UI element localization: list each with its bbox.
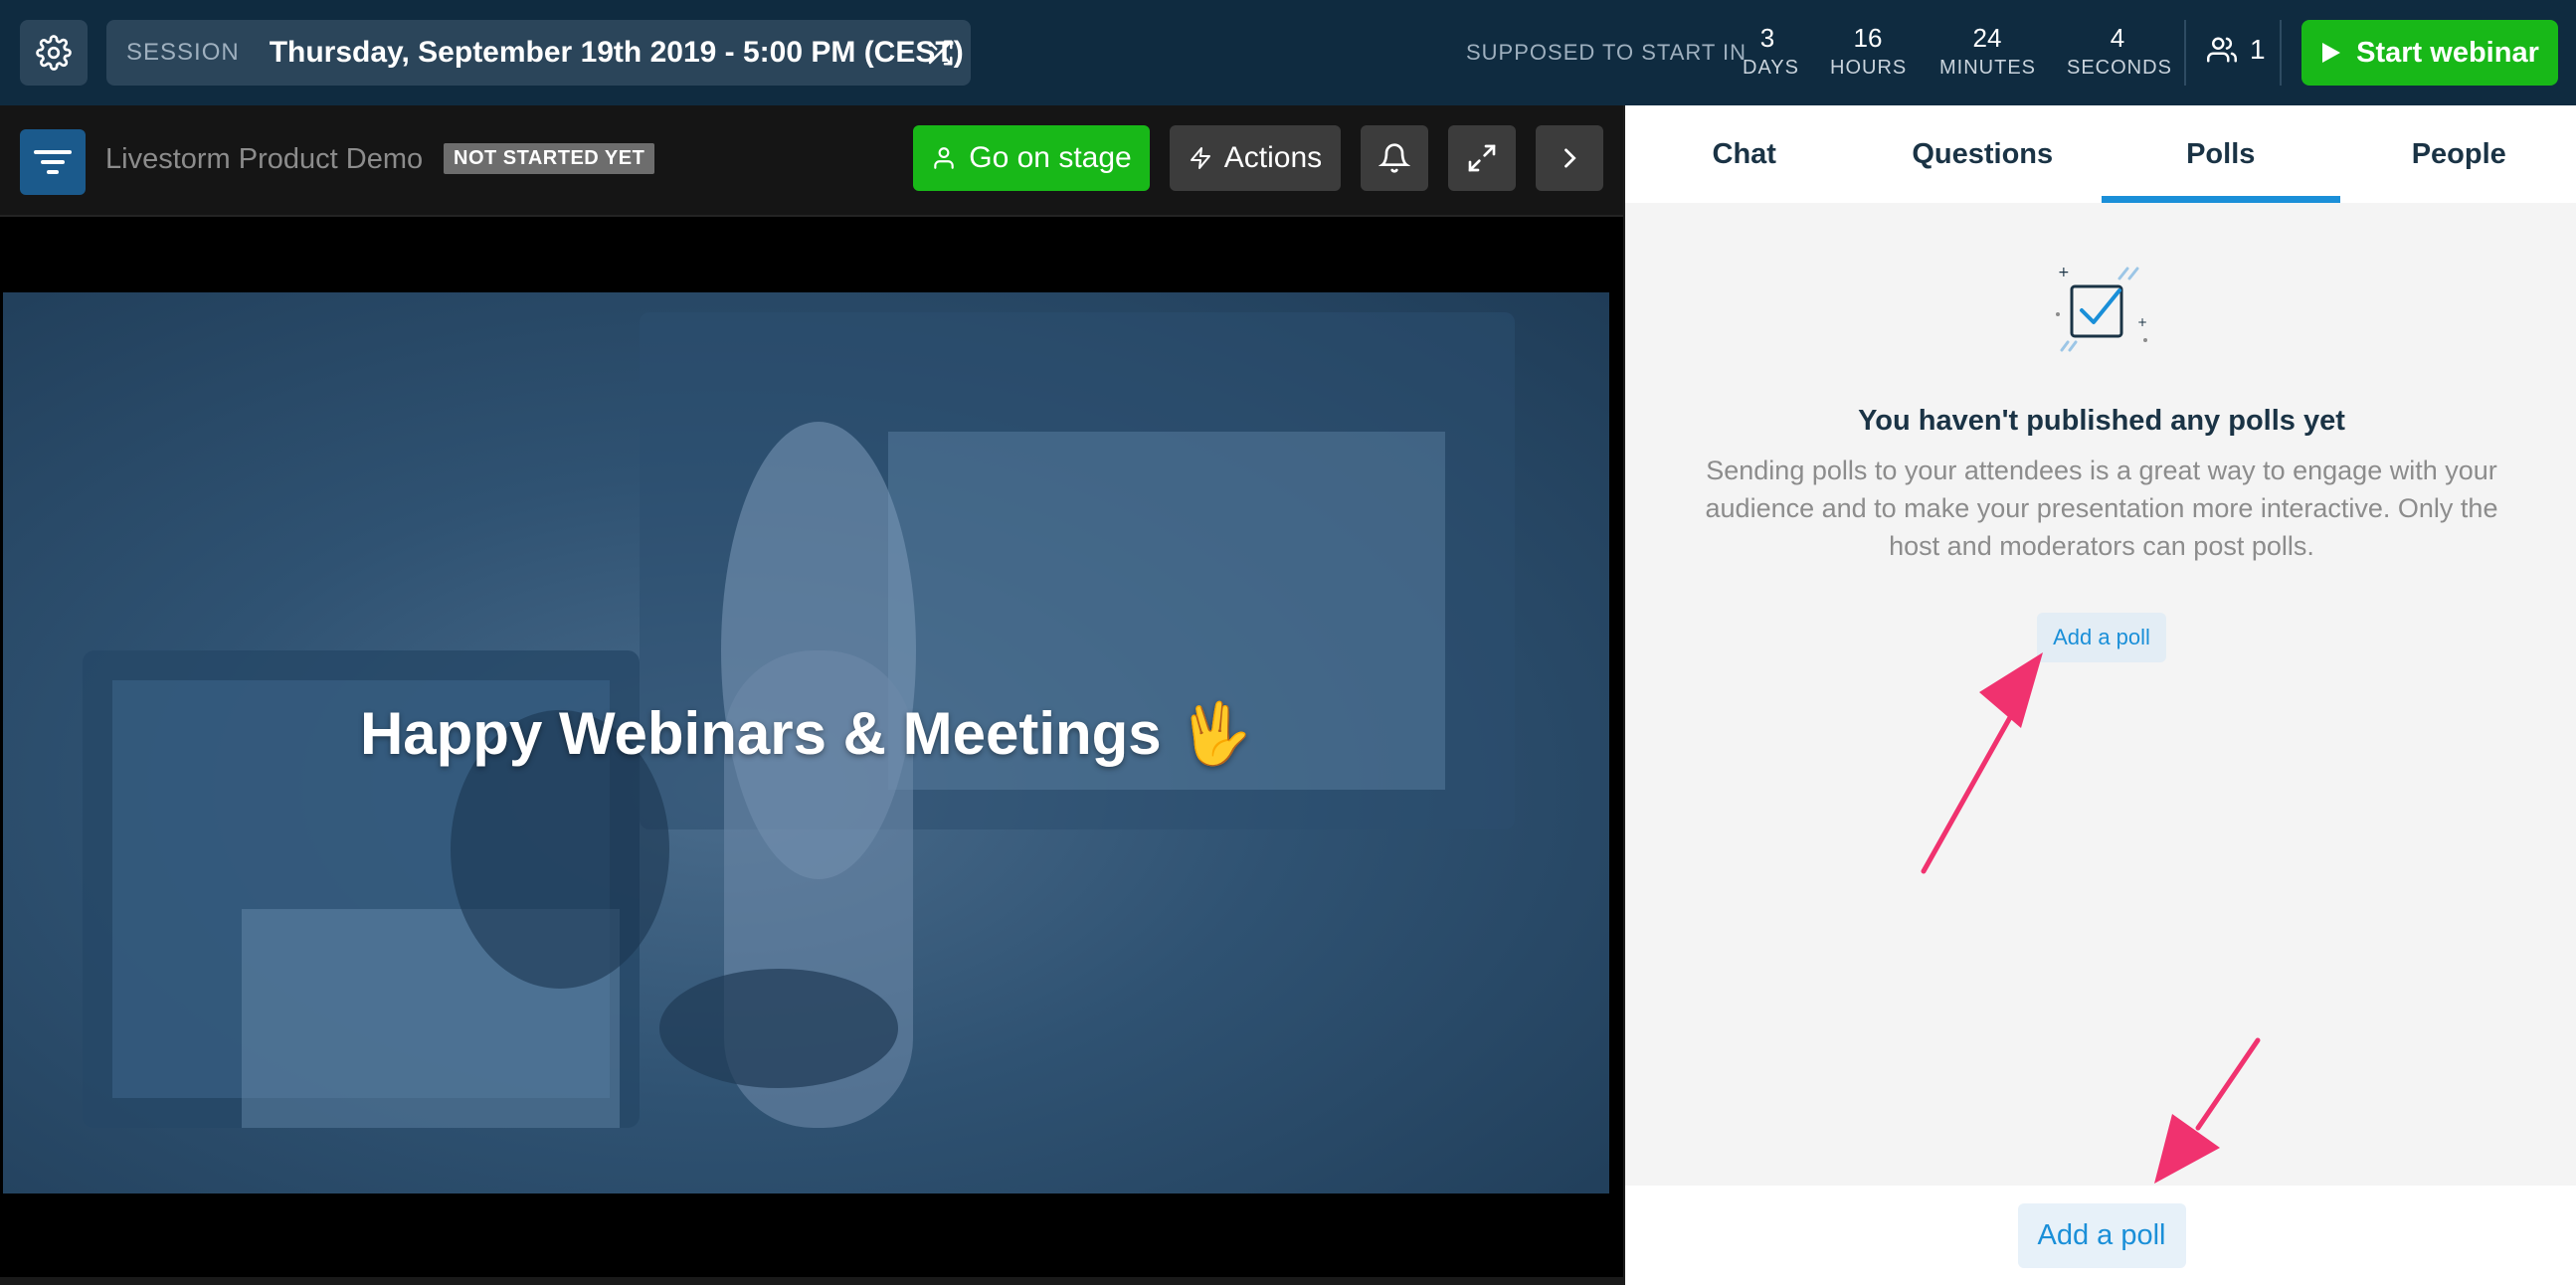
session-selector[interactable]: SESSION Thursday, September 19th 2019 - … [106,20,971,86]
vulcan-salute-emoji: 🖖 [1178,700,1253,767]
video-area: Happy Webinars & Meetings 🖖 [0,217,1623,1285]
event-name: Livestorm Product Demo [105,143,424,175]
settings-button[interactable] [20,20,88,86]
fullscreen-button[interactable] [1448,125,1516,191]
countdown-days-unit: DAYS [1743,57,1799,79]
go-on-stage-button[interactable]: Go on stage [913,125,1150,191]
countdown-minutes-value: 24 [1972,23,2002,53]
divider [2184,20,2186,86]
video-title: Happy Webinars & Meetings 🖖 [3,698,1609,769]
user-icon [934,147,955,169]
chevron-right-icon [1564,148,1576,168]
add-poll-footer-button[interactable]: Add a poll [2017,1202,2186,1268]
start-webinar-label: Start webinar [2356,36,2539,69]
countdown-seconds-value: 4 [2110,23,2125,53]
annotation-arrow [2154,1037,2261,1184]
attendee-count[interactable]: 1 [2206,34,2266,66]
empty-description: Sending polls to your attendees is a gre… [1705,456,2498,561]
session-label: SESSION [126,39,240,66]
tab-chat[interactable]: Chat [1625,105,1864,203]
countdown-seconds-unit: SECONDS [2067,57,2172,79]
notifications-button[interactable] [1361,125,1428,191]
collapse-panel-button[interactable] [1536,125,1603,191]
go-on-stage-label: Go on stage [969,141,1132,174]
panel-footer: Add a poll [1625,1186,2576,1285]
empty-title: You haven't published any polls yet [1858,405,2345,437]
video-footer [0,1277,1623,1285]
bell-icon [1379,143,1410,173]
divider [2280,20,2282,86]
stage-menu-button[interactable] [20,129,86,195]
countdown-label: SUPPOSED TO START IN [1466,40,1748,65]
play-icon [2322,43,2341,63]
countdown-seconds: 4 SECONDS [2067,22,2172,82]
svg-text:+: + [2058,265,2070,280]
countdown-hours-value: 16 [1853,23,1883,53]
status-badge: NOT STARTED YET [444,143,655,174]
actions-button[interactable]: Actions [1170,125,1341,191]
countdown-minutes-unit: MINUTES [1939,57,2036,79]
panel-tabs: Chat Questions Polls People [1625,105,2576,203]
side-panel: Chat Questions Polls People + + You have… [1623,105,2576,1285]
countdown-days-value: 3 [1759,23,1775,53]
session-date: Thursday, September 19th 2019 - 5:00 PM … [269,36,964,69]
gear-icon [36,35,72,71]
countdown-hours-unit: HOURS [1830,57,1908,79]
countdown-days: 3 DAYS [1743,22,1799,82]
svg-text:+: + [2137,315,2147,329]
expand-icon [1468,144,1496,172]
stage-header: Livestorm Product Demo NOT STARTED YET G… [0,105,1623,217]
video-title-text: Happy Webinars & Meetings [359,700,1162,767]
start-webinar-button[interactable]: Start webinar [2301,20,2558,86]
stage-video[interactable]: Happy Webinars & Meetings 🖖 [3,292,1609,1193]
poll-checkbox-icon: + + [2056,265,2147,352]
annotation-arrow [1921,652,2043,874]
tab-people[interactable]: People [2340,105,2576,203]
actions-label: Actions [1223,141,1323,174]
add-poll-button[interactable]: Add a poll [2037,613,2166,662]
tab-polls[interactable]: Polls [2102,105,2340,203]
menu-icon [34,150,72,174]
users-icon [2207,37,2238,63]
shuffle-icon[interactable] [925,38,955,68]
countdown-minutes: 24 MINUTES [1939,22,2035,82]
lightning-icon [1190,147,1210,169]
top-bar: SESSION Thursday, September 19th 2019 - … [0,0,2576,105]
countdown-hours: 16 HOURS [1830,22,1906,82]
attendee-count-value: 1 [2250,34,2266,65]
tab-questions[interactable]: Questions [1864,105,2103,203]
polls-empty-state: + + You haven't published any polls yet … [1625,265,2576,662]
